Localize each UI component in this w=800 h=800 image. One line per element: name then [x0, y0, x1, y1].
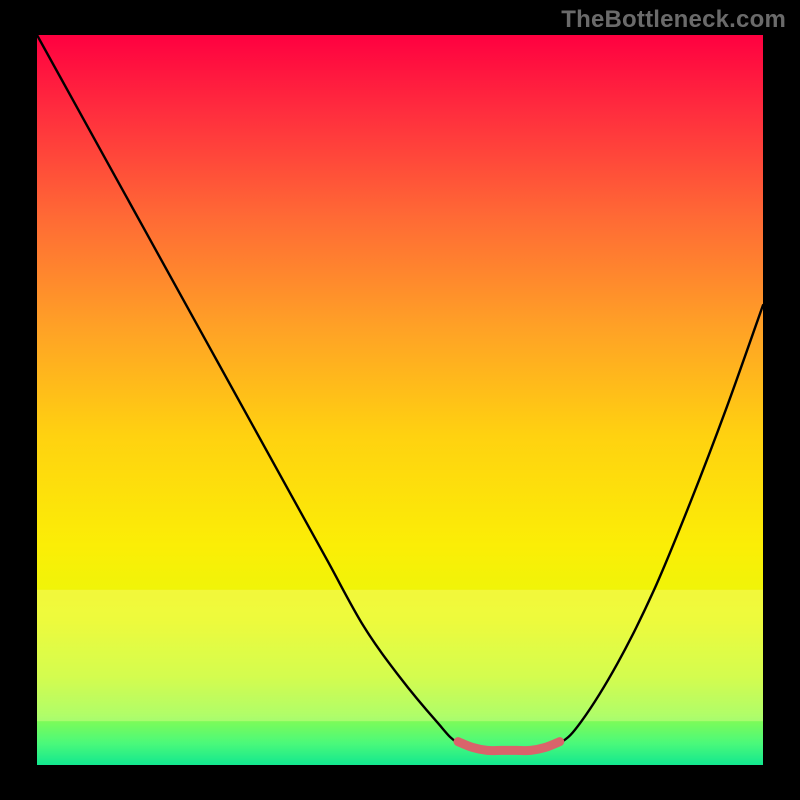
watermark-text: TheBottleneck.com [561, 6, 786, 34]
chart-container: TheBottleneck.com [0, 0, 800, 800]
chart-haze-band [37, 590, 763, 721]
bottleneck-chart [0, 0, 800, 800]
